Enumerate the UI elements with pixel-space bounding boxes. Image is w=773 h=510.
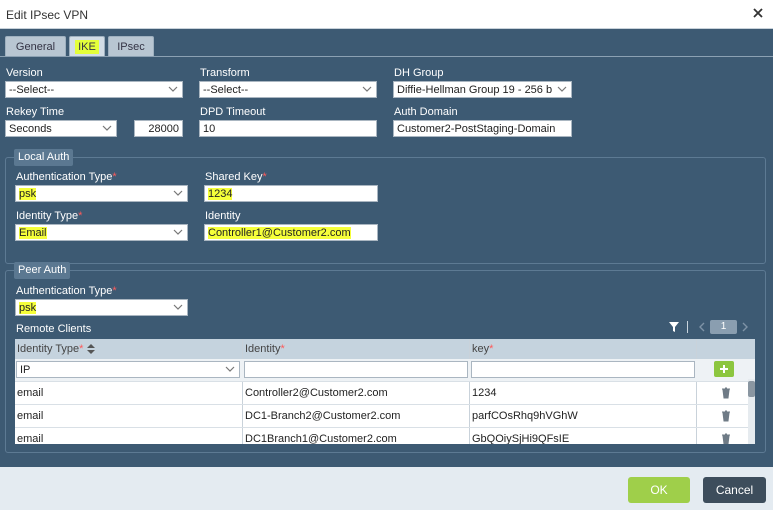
- version-select[interactable]: --Select--: [5, 81, 183, 98]
- plus-icon: [720, 365, 728, 373]
- scrollbar-thumb[interactable]: [748, 381, 755, 397]
- table-row[interactable]: email DC1-Branch2@Customer2.com parfCOsR…: [15, 404, 755, 427]
- tab-general[interactable]: General: [5, 36, 66, 56]
- dpd-timeout-input[interactable]: 10: [199, 120, 377, 137]
- table-row[interactable]: email Controller2@Customer2.com 1234: [15, 381, 755, 404]
- dpd-timeout-label: DPD Timeout: [200, 106, 266, 118]
- cell-identity-type: email: [17, 433, 44, 444]
- cell-identity-type: email: [17, 410, 44, 422]
- filter-key-input[interactable]: [471, 361, 695, 378]
- dialog-footer: OK Cancel: [0, 467, 773, 510]
- local-auth-title: Local Auth: [14, 149, 74, 166]
- version-label: Version: [6, 67, 43, 79]
- local-auth-type-label: Authentication Type*: [16, 171, 117, 183]
- cell-identity-type: email: [17, 387, 44, 399]
- cell-identity: DC1-Branch2@Customer2.com: [245, 410, 401, 422]
- chevron-down-icon: [557, 86, 567, 92]
- peer-auth-type-label: Authentication Type*: [16, 285, 117, 297]
- transform-label: Transform: [200, 67, 250, 79]
- ok-button[interactable]: OK: [628, 477, 690, 503]
- trash-icon[interactable]: [721, 410, 731, 422]
- tab-ike[interactable]: IKE: [69, 36, 105, 56]
- remote-clients-title: Remote Clients: [16, 323, 92, 335]
- rekey-unit-select[interactable]: Seconds: [5, 120, 117, 137]
- grid-header: Identity Type* Identity* key*: [15, 339, 755, 359]
- identity-input[interactable]: Controller1@Customer2.com: [204, 224, 378, 241]
- peer-auth-type-select[interactable]: psk: [15, 299, 188, 316]
- col-identity-type[interactable]: Identity Type*: [17, 343, 95, 355]
- filter-identity-input[interactable]: [244, 361, 468, 378]
- trash-icon[interactable]: [721, 433, 731, 444]
- cell-key: 1234: [472, 387, 497, 399]
- dialog-titlebar: Edit IPsec VPN: [0, 0, 773, 29]
- chevron-down-icon: [102, 125, 112, 131]
- dh-group-label: DH Group: [394, 67, 444, 79]
- grid-filter-row: IP: [15, 359, 755, 381]
- filter-identity-type-select[interactable]: IP: [16, 361, 240, 378]
- identity-label: Identity: [205, 210, 241, 222]
- trash-icon[interactable]: [721, 387, 731, 399]
- tab-divider: [0, 56, 773, 57]
- table-row[interactable]: email DC1Branch1@Customer2.com GbQOiySjH…: [15, 427, 755, 444]
- chevron-right-icon[interactable]: [741, 322, 749, 332]
- local-auth-type-select[interactable]: psk: [15, 185, 188, 202]
- identity-type-select[interactable]: Email: [15, 224, 188, 241]
- col-identity: Identity*: [245, 343, 285, 355]
- cancel-button[interactable]: Cancel: [703, 477, 766, 503]
- pager-divider: [687, 321, 688, 333]
- cell-key: GbQOiySjHi9QFsIE: [472, 433, 570, 444]
- transform-select[interactable]: --Select--: [199, 81, 377, 98]
- col-key: key*: [472, 343, 494, 355]
- rekey-time-input[interactable]: 28000: [134, 120, 183, 137]
- cell-identity: DC1Branch1@Customer2.com: [245, 433, 397, 444]
- shared-key-label: Shared Key*: [205, 171, 267, 183]
- grid-scrollbar[interactable]: [748, 379, 755, 444]
- shared-key-input[interactable]: 1234: [204, 185, 378, 202]
- filter-icon[interactable]: [668, 321, 680, 333]
- chevron-down-icon: [225, 366, 235, 372]
- chevron-down-icon: [173, 304, 183, 310]
- auth-domain-input[interactable]: Customer2-PostStaging-Domain: [393, 120, 572, 137]
- tab-ipsec[interactable]: IPsec: [108, 36, 154, 56]
- chevron-down-icon: [168, 86, 178, 92]
- sort-icon[interactable]: [86, 344, 95, 355]
- close-icon[interactable]: [751, 6, 765, 20]
- page-number[interactable]: 1: [710, 320, 737, 334]
- chevron-down-icon: [362, 86, 372, 92]
- remote-clients-grid: Identity Type* Identity* key* IP email C…: [15, 339, 755, 444]
- chevron-down-icon: [173, 229, 183, 235]
- rekey-time-label: Rekey Time: [6, 106, 65, 118]
- local-auth-group: [5, 157, 766, 264]
- cell-key: parfCOsRhq9hVGhW: [472, 410, 578, 422]
- add-row-button[interactable]: [714, 361, 734, 377]
- dh-group-select[interactable]: Diffie-Hellman Group 19 - 256 b: [393, 81, 572, 98]
- auth-domain-label: Auth Domain: [394, 106, 458, 118]
- chevron-down-icon: [173, 190, 183, 196]
- peer-auth-title: Peer Auth: [14, 262, 71, 279]
- dialog-title: Edit IPsec VPN: [6, 8, 89, 22]
- chevron-left-icon[interactable]: [698, 322, 706, 332]
- cell-identity: Controller2@Customer2.com: [245, 387, 388, 399]
- identity-type-label: Identity Type*: [16, 210, 83, 222]
